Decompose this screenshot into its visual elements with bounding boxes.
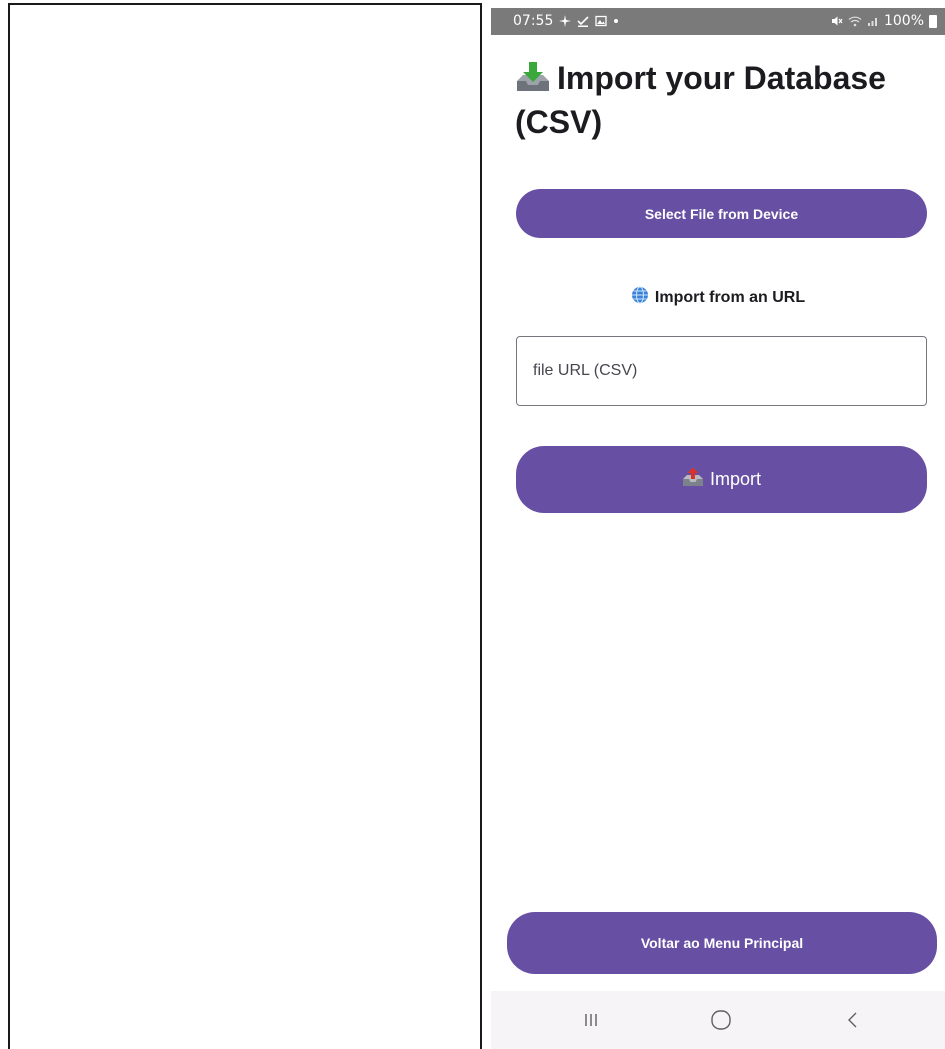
status-right: 100%	[831, 13, 937, 29]
status-left: 07:55	[513, 13, 619, 29]
blank-panel	[8, 3, 482, 1049]
home-icon[interactable]	[701, 1005, 741, 1035]
navigation-bar	[491, 991, 945, 1049]
phone-screen: 07:55 100% Import your Database (CSV) Se…	[491, 8, 945, 1049]
url-heading-text: Import from an URL	[654, 288, 806, 306]
status-bar: 07:55 100%	[491, 8, 945, 35]
screen: 07:55 100% Import your Database (CSV) Se…	[0, 0, 945, 1049]
back-to-menu-label: Voltar ao Menu Principal	[640, 935, 804, 951]
url-section-heading: Import from an URL	[491, 286, 945, 309]
page-title-text: Import your Database (CSV)	[515, 60, 886, 140]
signal-icon	[867, 15, 879, 27]
wifi-icon	[848, 15, 862, 27]
select-file-label: Select File from Device	[644, 205, 799, 222]
globe-icon	[631, 286, 649, 309]
import-button[interactable]: Import	[516, 446, 927, 513]
back-icon[interactable]	[833, 1005, 873, 1035]
battery-percentage: 100%	[883, 13, 924, 29]
recents-icon[interactable]	[571, 1005, 611, 1035]
battery-icon	[929, 14, 937, 28]
status-time: 07:55	[513, 13, 554, 29]
fan-icon	[559, 15, 572, 27]
page-title: Import your Database (CSV)	[515, 58, 925, 142]
inbox-download-icon	[515, 61, 551, 102]
gallery-icon	[595, 15, 608, 27]
mute-icon	[831, 15, 843, 27]
back-to-menu-button[interactable]: Voltar ao Menu Principal	[507, 912, 937, 974]
check-download-icon	[577, 15, 589, 27]
file-url-input[interactable]	[516, 336, 927, 406]
outbox-upload-icon	[682, 467, 704, 492]
dot-icon	[613, 18, 619, 24]
import-label: Import	[709, 469, 761, 489]
select-file-button[interactable]: Select File from Device	[516, 189, 927, 238]
